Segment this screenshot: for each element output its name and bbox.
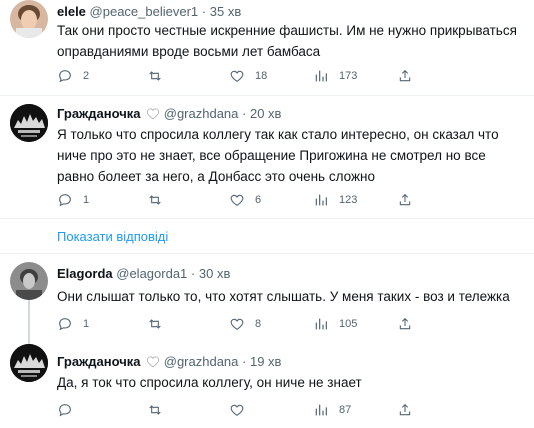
like-button[interactable]: 8 bbox=[229, 316, 261, 332]
tweet-actions: 1 8 105 bbox=[57, 316, 411, 334]
retweet-button[interactable] bbox=[147, 316, 173, 332]
avatar[interactable] bbox=[10, 0, 48, 38]
views-icon bbox=[315, 404, 327, 416]
share-icon bbox=[399, 403, 411, 416]
reply-button[interactable]: 2 bbox=[57, 68, 89, 84]
tweet-text: Да, я ток что спросила коллегу, он ниче … bbox=[57, 375, 362, 390]
share-button[interactable] bbox=[397, 402, 413, 418]
retweet-icon bbox=[149, 405, 161, 415]
user-handle[interactable]: @grazhdana bbox=[164, 106, 239, 121]
retweet-icon bbox=[149, 71, 161, 81]
views-count: 87 bbox=[339, 404, 352, 416]
timestamp[interactable]: 35 хв bbox=[210, 4, 241, 19]
tweet-actions: 2 18 173 bbox=[57, 68, 411, 86]
retweet-button[interactable] bbox=[147, 192, 173, 208]
display-name[interactable]: Гражданочка bbox=[57, 106, 141, 121]
share-icon bbox=[399, 193, 411, 206]
avatar[interactable] bbox=[10, 104, 48, 142]
separator: · bbox=[242, 354, 247, 369]
thread-line bbox=[28, 298, 30, 344]
user-handle[interactable]: @peace_believer1 bbox=[90, 4, 199, 19]
tweet-text: Я только что спросила коллегу так как ст… bbox=[57, 127, 499, 184]
like-button[interactable]: 6 bbox=[229, 192, 261, 208]
views-button[interactable]: 105 bbox=[313, 316, 357, 332]
share-button[interactable] bbox=[397, 68, 413, 84]
tweet-elagorda[interactable]: Elagorda @elagorda1 · 30 хв Они слышат т… bbox=[0, 254, 534, 344]
views-button[interactable]: 87 bbox=[313, 402, 351, 418]
like-button[interactable]: 18 bbox=[229, 68, 267, 84]
reply-button[interactable] bbox=[57, 402, 83, 418]
share-button[interactable] bbox=[397, 192, 413, 208]
separator: · bbox=[201, 4, 207, 19]
avatar[interactable] bbox=[10, 344, 48, 382]
display-name[interactable]: Гражданочка bbox=[57, 354, 141, 369]
tweet-header: elele @peace_believer1 · 35 хв bbox=[57, 4, 241, 19]
like-icon bbox=[230, 404, 244, 416]
reply-count: 2 bbox=[83, 70, 90, 82]
reply-count: 1 bbox=[83, 318, 90, 330]
retweet-icon bbox=[149, 195, 161, 205]
tweet-header: Гражданочка @grazhdana · 19 хв bbox=[57, 354, 281, 369]
display-name[interactable]: Elagorda bbox=[57, 266, 113, 281]
user-handle[interactable]: @grazhdana bbox=[164, 354, 239, 369]
views-count: 173 bbox=[339, 70, 358, 82]
views-count: 105 bbox=[339, 318, 358, 330]
avatar[interactable] bbox=[10, 262, 48, 300]
timestamp[interactable]: 30 хв bbox=[199, 266, 230, 281]
tweet-grazhdana-2[interactable]: Гражданочка @grazhdana · 19 хв Да, я ток… bbox=[0, 344, 534, 428]
white-heart-icon bbox=[147, 108, 160, 120]
reply-icon bbox=[59, 70, 71, 83]
show-replies-link[interactable]: Показати відповіді bbox=[57, 229, 168, 244]
share-icon bbox=[399, 69, 411, 82]
share-icon bbox=[399, 317, 411, 330]
like-count: 6 bbox=[255, 194, 262, 206]
tweet-actions: 1 6 123 bbox=[57, 192, 411, 210]
like-icon bbox=[230, 70, 244, 82]
user-handle[interactable]: @elagorda1 bbox=[116, 266, 187, 281]
reply-icon bbox=[59, 318, 71, 331]
tweet-text: Так они просто честные искренние фашисты… bbox=[57, 23, 517, 59]
views-icon bbox=[315, 194, 327, 206]
like-count: 8 bbox=[255, 318, 262, 330]
divider bbox=[0, 218, 534, 219]
views-icon bbox=[315, 318, 327, 330]
tweet-actions: 87 bbox=[57, 402, 411, 420]
reply-button[interactable]: 1 bbox=[57, 316, 89, 332]
white-heart-icon bbox=[147, 356, 160, 368]
views-count: 123 bbox=[339, 194, 358, 206]
tweet-grazhdana-1[interactable]: Гражданочка @grazhdana · 20 хв Я только … bbox=[0, 96, 534, 222]
like-count: 18 bbox=[255, 70, 268, 82]
separator: · bbox=[190, 266, 196, 281]
timestamp[interactable]: 20 хв bbox=[250, 106, 281, 121]
tweet-text: Они слышат только то, что хотят слышать.… bbox=[57, 289, 510, 304]
views-icon bbox=[315, 70, 327, 82]
retweet-button[interactable] bbox=[147, 402, 173, 418]
like-icon bbox=[230, 318, 244, 330]
tweet-elele[interactable]: elele @peace_believer1 · 35 хв Так они п… bbox=[0, 0, 534, 95]
reply-icon bbox=[59, 404, 71, 417]
tweet-header: Гражданочка @grazhdana · 20 хв bbox=[57, 106, 281, 121]
tweet-header: Elagorda @elagorda1 · 30 хв bbox=[57, 266, 230, 281]
reply-count: 1 bbox=[83, 194, 90, 206]
reply-button[interactable]: 1 bbox=[57, 192, 89, 208]
display-name[interactable]: elele bbox=[57, 4, 86, 19]
separator: · bbox=[242, 106, 247, 121]
retweet-icon bbox=[149, 319, 161, 329]
share-button[interactable] bbox=[397, 316, 413, 332]
reply-icon bbox=[59, 194, 71, 207]
retweet-button[interactable] bbox=[147, 68, 173, 84]
like-icon bbox=[230, 194, 244, 206]
timestamp[interactable]: 19 хв bbox=[250, 354, 281, 369]
like-button[interactable] bbox=[229, 402, 255, 418]
views-button[interactable]: 123 bbox=[313, 192, 357, 208]
views-button[interactable]: 173 bbox=[313, 68, 357, 84]
